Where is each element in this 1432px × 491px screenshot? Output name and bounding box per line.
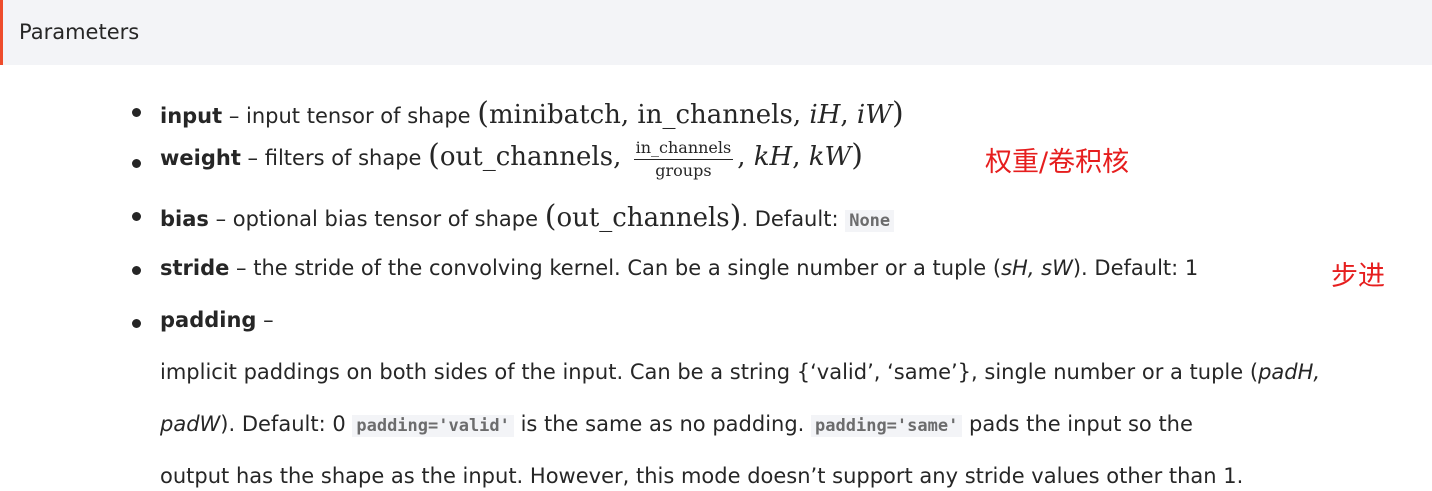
default-code: None bbox=[845, 210, 895, 232]
param-desc: – input tensor of shape bbox=[222, 104, 478, 128]
param-name: padding bbox=[160, 308, 257, 332]
param-name: stride bbox=[160, 256, 230, 280]
padding-text: pads the input so the bbox=[962, 412, 1193, 436]
param-desc: – the stride of the convolving kernel. C… bbox=[229, 256, 1002, 280]
padding-desc-line-2: padW). Default: 0 padding='valid' is the… bbox=[160, 412, 1193, 437]
padding-text: ). Default: 0 bbox=[220, 412, 353, 436]
section-title: Parameters bbox=[19, 20, 140, 44]
math-sep: , bbox=[792, 142, 809, 172]
bullet bbox=[132, 319, 141, 328]
param-dash: – bbox=[256, 308, 274, 332]
bullet bbox=[132, 266, 141, 275]
annotation-stride: 步进 bbox=[1331, 261, 1385, 292]
param-stride: stride – the stride of the convolving ke… bbox=[160, 256, 1198, 280]
param-name: input bbox=[160, 104, 223, 128]
math-paren: ) bbox=[891, 96, 904, 131]
math-var: kH bbox=[753, 142, 793, 172]
math-shape: out_channels bbox=[556, 203, 730, 233]
math-paren: ) bbox=[729, 199, 742, 234]
padding-desc-line-3: output has the shape as the input. Howev… bbox=[160, 464, 1243, 488]
math-paren: ( bbox=[477, 96, 489, 131]
math-sep: , bbox=[737, 142, 754, 172]
math-paren: ( bbox=[544, 199, 557, 234]
math-var: kW bbox=[808, 142, 852, 172]
param-weight: weight – filters of shape (out_channels,… bbox=[160, 138, 863, 180]
math-var: iW bbox=[856, 100, 892, 130]
param-desc: – optional bias tensor of shape bbox=[208, 207, 545, 231]
param-name: weight bbox=[160, 146, 241, 170]
math-shape: out_channels, bbox=[439, 142, 630, 172]
padding-text: output has the shape as the input. Howev… bbox=[160, 464, 1244, 488]
param-padding: padding – bbox=[160, 308, 274, 332]
annotation-weight: 权重/卷积核 bbox=[985, 147, 1130, 178]
math-fraction: in_channels groups bbox=[633, 138, 734, 180]
padding-same-code: padding='same' bbox=[811, 415, 963, 437]
padding-text: is the same as no padding. bbox=[513, 412, 812, 436]
param-input: input – input tensor of shape (minibatch… bbox=[160, 96, 904, 131]
bullet bbox=[132, 159, 141, 168]
param-bias: bias – optional bias tensor of shape (ou… bbox=[160, 199, 895, 234]
padding-valid-code: padding='valid' bbox=[352, 415, 514, 437]
padding-desc-line-1: implicit paddings on both sides of the i… bbox=[160, 360, 1320, 384]
stride-tuple: sH, sW bbox=[1001, 256, 1073, 280]
parameters-header: Parameters bbox=[0, 0, 1432, 65]
math-paren: ( bbox=[428, 138, 440, 173]
math-shape: minibatch, in_channels, bbox=[488, 100, 810, 130]
math-var: iH bbox=[809, 100, 841, 130]
padding-tuple: padH, bbox=[1258, 360, 1321, 384]
param-desc: – filters of shape bbox=[240, 146, 429, 170]
math-sep: , bbox=[840, 100, 857, 130]
param-name: bias bbox=[160, 207, 209, 231]
frac-denominator: groups bbox=[655, 160, 712, 180]
param-default: ). Default: 1 bbox=[1072, 256, 1199, 280]
param-default-label: . Default: bbox=[741, 207, 846, 231]
math-paren: ) bbox=[851, 138, 863, 173]
bullet bbox=[132, 212, 141, 221]
bullet bbox=[132, 108, 141, 117]
frac-numerator: in_channels bbox=[633, 138, 734, 160]
padding-text: implicit paddings on both sides of the i… bbox=[160, 360, 1259, 384]
padding-tuple: padW bbox=[160, 412, 221, 436]
